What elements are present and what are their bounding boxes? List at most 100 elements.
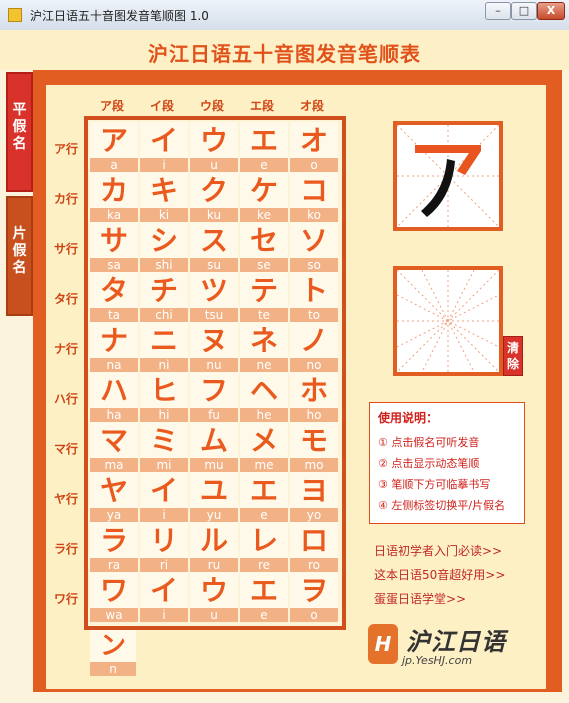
kana-cell[interactable]: ホ ho bbox=[290, 372, 338, 422]
kana-cell[interactable]: ム mu bbox=[190, 422, 238, 472]
kana-cell[interactable]: ネ ne bbox=[240, 322, 288, 372]
kana-char: コ bbox=[299, 174, 328, 207]
minimize-button[interactable]: – bbox=[485, 2, 511, 20]
kana-cell[interactable]: エe bbox=[240, 572, 288, 622]
romaji-label: wa bbox=[90, 608, 138, 622]
kana-cell[interactable]: ツ tsu bbox=[190, 272, 238, 322]
kana-char: レ bbox=[249, 524, 278, 557]
maximize-button[interactable]: □ bbox=[511, 2, 537, 20]
kana-cell[interactable]: テ te bbox=[240, 272, 288, 322]
kana-char: ル bbox=[199, 524, 228, 557]
romaji-label: ne bbox=[240, 358, 288, 372]
kana-cell[interactable]: ナ na bbox=[90, 322, 138, 372]
header: 沪江日语五十音图发音笔顺表 bbox=[0, 30, 569, 70]
romaji-label: re bbox=[240, 558, 288, 572]
kana-cell[interactable]: ト to bbox=[290, 272, 338, 322]
kana-cell[interactable]: マ ma bbox=[90, 422, 138, 472]
link-50-sounds-book[interactable]: 这本日语50音超好用>> bbox=[374, 566, 505, 583]
column-header: エ段 bbox=[249, 99, 274, 113]
kana-cell[interactable]: レ re bbox=[240, 522, 288, 572]
link-beginner-guide[interactable]: 日语初学者入门必读>> bbox=[374, 542, 502, 559]
kana-cell[interactable]: イi bbox=[140, 472, 188, 522]
kana-cell[interactable]: ロ ro bbox=[290, 522, 338, 572]
kana-cell[interactable]: オo bbox=[290, 122, 338, 172]
kana-cell[interactable]: エe bbox=[240, 122, 288, 172]
kana-char: ハ bbox=[99, 374, 128, 407]
kana-cell[interactable]: リ ri bbox=[140, 522, 188, 572]
kana-char: エ bbox=[249, 474, 278, 507]
romaji-label: nu bbox=[190, 358, 238, 372]
kana-cell[interactable]: ラ ra bbox=[90, 522, 138, 572]
kana-cell[interactable]: カ ka bbox=[90, 172, 138, 222]
kana-cell[interactable]: ヲo bbox=[290, 572, 338, 622]
kana-cell[interactable]: モ mo bbox=[290, 422, 338, 472]
instruction-item: ② 点击显示动态笔顺 bbox=[378, 457, 480, 470]
kana-cell[interactable]: ウu bbox=[190, 122, 238, 172]
row-header: マ行 bbox=[53, 442, 78, 456]
kana-char: ヨ bbox=[299, 474, 328, 507]
kana-cell[interactable]: ノ no bbox=[290, 322, 338, 372]
romaji-label: fu bbox=[190, 408, 238, 422]
kana-cell[interactable]: ミ mi bbox=[140, 422, 188, 472]
kana-cell[interactable]: タ ta bbox=[90, 272, 138, 322]
romaji-label: ra bbox=[90, 558, 138, 572]
romaji-label: u bbox=[190, 158, 238, 172]
kana-char: シ bbox=[149, 224, 178, 257]
romaji-label: he bbox=[240, 408, 288, 422]
tab-katakana[interactable]: 片 假 名 bbox=[6, 196, 33, 316]
tab-hiragana[interactable]: 平 假 名 bbox=[6, 72, 33, 192]
romaji-label: i bbox=[140, 508, 188, 522]
kana-char: ノ bbox=[299, 324, 328, 357]
kana-cell[interactable]: ク ku bbox=[190, 172, 238, 222]
kana-cell[interactable]: エe bbox=[240, 472, 288, 522]
stroke-2 bbox=[421, 159, 455, 217]
kana-char: ヌ bbox=[199, 324, 228, 357]
kana-cell[interactable]: ヨ yo bbox=[290, 472, 338, 522]
kana-cell[interactable]: セ se bbox=[240, 222, 288, 272]
kana-cell-n[interactable]: ン n bbox=[90, 630, 136, 676]
kana-char: リ bbox=[149, 524, 178, 557]
romaji-label: me bbox=[240, 458, 288, 472]
link-school[interactable]: 蛋蛋日语学堂>> bbox=[374, 590, 466, 607]
kana-cell[interactable]: アa bbox=[90, 122, 138, 172]
kana-cell[interactable]: キ ki bbox=[140, 172, 188, 222]
kana-cell[interactable]: ヒ hi bbox=[140, 372, 188, 422]
kana-cell[interactable]: ケ ke bbox=[240, 172, 288, 222]
kana-cell[interactable]: シ shi bbox=[140, 222, 188, 272]
romaji-label: mu bbox=[190, 458, 238, 472]
kana-cell[interactable]: ウu bbox=[190, 572, 238, 622]
clear-button[interactable]: 清 除 bbox=[503, 336, 523, 376]
kana-cell[interactable]: ヌ nu bbox=[190, 322, 238, 372]
row-header: ラ行 bbox=[53, 542, 78, 556]
kana-cell[interactable]: ル ru bbox=[190, 522, 238, 572]
romaji-label: na bbox=[90, 358, 138, 372]
practice-canvas[interactable] bbox=[393, 266, 503, 376]
kana-cell[interactable]: サ sa bbox=[90, 222, 138, 272]
tab-label-char: 名 bbox=[12, 260, 27, 276]
kana-cell[interactable]: コ ko bbox=[290, 172, 338, 222]
romaji-label: to bbox=[290, 308, 338, 322]
kana-char: ス bbox=[199, 224, 228, 257]
kana-cell[interactable]: ヘ he bbox=[240, 372, 288, 422]
kana-cell[interactable]: イi bbox=[140, 572, 188, 622]
kana-cell[interactable]: ニ ni bbox=[140, 322, 188, 372]
row-header: ワ行 bbox=[53, 592, 78, 606]
kana-cell[interactable]: ヤ ya bbox=[90, 472, 138, 522]
kana-cell[interactable]: フ fu bbox=[190, 372, 238, 422]
kana-char: ヤ bbox=[99, 474, 128, 507]
stroke-order-box[interactable] bbox=[393, 121, 503, 231]
kana-cell[interactable]: ユ yu bbox=[190, 472, 238, 522]
close-button[interactable]: X bbox=[537, 2, 565, 20]
kana-cell[interactable]: ハ ha bbox=[90, 372, 138, 422]
kana-cell[interactable]: ソ so bbox=[290, 222, 338, 272]
page-title: 沪江日语五十音图发音笔顺表 bbox=[148, 42, 421, 66]
kana-cell[interactable]: ス su bbox=[190, 222, 238, 272]
kana-char: タ bbox=[99, 274, 128, 307]
kana-cell[interactable]: チ chi bbox=[140, 272, 188, 322]
kana-cell[interactable]: ワ wa bbox=[90, 572, 138, 622]
kana-cell[interactable]: メ me bbox=[240, 422, 288, 472]
kana-cell[interactable]: イi bbox=[140, 122, 188, 172]
hujiang-logo[interactable]: H 沪江日语 jp.YesHJ.com bbox=[368, 620, 536, 676]
kana-char: サ bbox=[99, 224, 128, 257]
kana-char: ニ bbox=[149, 324, 178, 357]
